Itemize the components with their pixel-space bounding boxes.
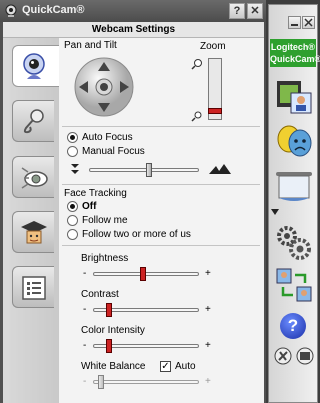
- help-icon: ?: [287, 316, 299, 335]
- brightness-minus: -: [83, 268, 87, 279]
- color-intensity-slider-thumb[interactable]: [106, 339, 112, 353]
- manual-focus-label: Manual Focus: [82, 146, 145, 157]
- face-tracking-label: Face Tracking: [64, 188, 127, 199]
- white-balance-slider-track: [93, 380, 199, 384]
- auto-focus-label: Auto Focus: [82, 132, 133, 143]
- brightness-plus: +: [205, 268, 211, 279]
- contrast-plus: +: [205, 304, 211, 315]
- tab-education[interactable]: [12, 211, 54, 253]
- brightness-slider-track: [93, 272, 199, 276]
- white-balance-auto-label: Auto: [175, 361, 196, 372]
- projection-screen-icon[interactable]: [274, 169, 314, 205]
- check-mark-icon: ✓: [161, 361, 170, 372]
- face-tracking-off-label: Off: [82, 201, 97, 212]
- logitech-quickcam-logo: Logitech® QuickCam®: [270, 39, 320, 67]
- quickcam-logo-icon: [5, 4, 17, 17]
- close-button[interactable]: ✕: [247, 3, 263, 19]
- dock-minimize-button[interactable]: [288, 16, 301, 29]
- webcam-settings-panel: Pan and Tilt Zoom Auto Focus Manual Focu…: [59, 38, 264, 403]
- graduation-cap-icon: [21, 221, 47, 244]
- color-intensity-slider[interactable]: [93, 339, 199, 353]
- contrast-label: Contrast: [81, 289, 119, 300]
- color-intensity-minus: -: [83, 340, 87, 351]
- settings-tab-strip: [3, 38, 62, 403]
- white-balance-plus: +: [205, 376, 211, 387]
- webcam-icon: [23, 53, 45, 79]
- logo-line-2: QuickCam®: [270, 54, 320, 64]
- tab-properties[interactable]: [12, 266, 54, 308]
- brightness-slider[interactable]: [93, 267, 199, 281]
- dock-close-button[interactable]: [302, 16, 315, 29]
- near-focus-icon: [71, 164, 79, 174]
- zoom-out-icon[interactable]: [191, 110, 203, 122]
- focus-slider-track: [89, 168, 199, 172]
- contrast-slider[interactable]: [93, 303, 199, 317]
- video-capture-icon[interactable]: [275, 77, 313, 115]
- focus-slider-thumb[interactable]: [146, 163, 152, 177]
- focus-slider[interactable]: [89, 163, 199, 177]
- zoom-label: Zoom: [200, 41, 226, 52]
- eye-icon: [21, 167, 48, 189]
- zoom-in-icon[interactable]: [191, 58, 203, 70]
- divider: [62, 184, 260, 185]
- divider: [62, 126, 260, 127]
- face-tracking-follow-me-radio[interactable]: [67, 215, 78, 226]
- brightness-label: Brightness: [81, 253, 129, 264]
- face-tracking-follow-group-label: Follow two or more of us: [82, 229, 191, 240]
- white-balance-label: White Balance: [81, 361, 146, 372]
- dock-panel: Logitech® QuickCam® ?: [268, 4, 320, 403]
- gears-settings-icon[interactable]: [274, 223, 314, 261]
- contacts-exchange-icon[interactable]: [275, 267, 313, 303]
- quickcam-dock: Logitech® QuickCam® ?: [266, 0, 320, 403]
- divider: [62, 245, 260, 246]
- brightness-slider-thumb[interactable]: [140, 267, 146, 281]
- face-tracking-follow-group-radio[interactable]: [67, 229, 78, 240]
- zoom-slider[interactable]: [208, 58, 222, 120]
- contrast-minus: -: [83, 304, 87, 315]
- theater-masks-icon[interactable]: [275, 123, 313, 159]
- quickcam-window: QuickCam® ? ✕ Webcam Settings Pan and Ti…: [0, 0, 266, 403]
- white-balance-minus: -: [83, 376, 87, 387]
- title-bar[interactable]: QuickCam® ? ✕: [0, 0, 266, 22]
- white-balance-slider-thumb[interactable]: [98, 375, 104, 389]
- window-title: QuickCam®: [22, 4, 85, 16]
- page-title: Webcam Settings: [3, 22, 264, 38]
- white-balance-slider[interactable]: [93, 375, 199, 389]
- color-intensity-plus: +: [205, 340, 211, 351]
- white-balance-auto-checkbox[interactable]: ✓: [160, 361, 171, 372]
- help-button[interactable]: ?: [229, 3, 245, 19]
- pan-tilt-label: Pan and Tilt: [64, 40, 117, 51]
- tools-icon[interactable]: [273, 346, 293, 366]
- settings-list-icon: [22, 276, 46, 300]
- contrast-slider-thumb[interactable]: [106, 303, 112, 317]
- logo-line-1: Logitech®: [270, 42, 316, 52]
- tab-webcam[interactable]: [12, 45, 62, 87]
- video-window-icon[interactable]: [295, 346, 315, 366]
- far-focus-mountain-icon: [209, 164, 231, 174]
- close-icon: [304, 18, 313, 27]
- zoom-slider-thumb[interactable]: [208, 108, 222, 114]
- auto-focus-radio[interactable]: [67, 132, 78, 143]
- face-tracking-off-radio[interactable]: [67, 201, 78, 212]
- pan-tilt-control[interactable]: [73, 56, 135, 118]
- face-tracking-follow-me-label: Follow me: [82, 215, 128, 226]
- color-intensity-label: Color Intensity: [81, 325, 145, 336]
- tab-vision[interactable]: [12, 156, 54, 198]
- manual-focus-radio[interactable]: [67, 146, 78, 157]
- microphone-icon: [23, 109, 44, 134]
- expand-arrow-icon[interactable]: [271, 208, 279, 216]
- tab-audio[interactable]: [12, 100, 54, 142]
- minimize-icon: [291, 24, 298, 26]
- dock-help-button[interactable]: ?: [280, 313, 306, 339]
